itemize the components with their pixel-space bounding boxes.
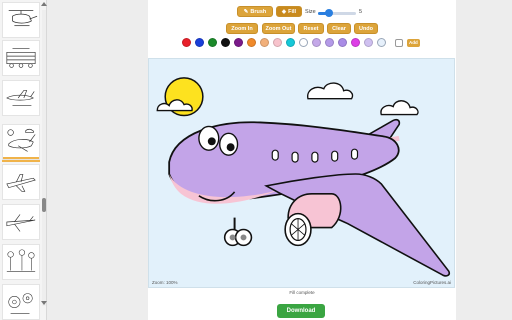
add-color-button[interactable]: Add: [407, 39, 420, 47]
thumbnail-sidebar: [0, 0, 47, 320]
scroll-up-arrow-icon[interactable]: [41, 2, 47, 6]
color-swatch[interactable]: [247, 38, 256, 47]
coloring-canvas[interactable]: Zoom: 100% ColoringPictures.ai: [148, 58, 455, 288]
color-swatch[interactable]: [299, 38, 308, 47]
reset-button[interactable]: Reset: [298, 23, 324, 34]
zoom-in-button[interactable]: Zoom In: [226, 23, 258, 34]
color-swatch[interactable]: [273, 38, 282, 47]
custom-color-picker[interactable]: [395, 39, 403, 47]
thumbnail-gears[interactable]: [2, 284, 40, 320]
thumbnail-jet[interactable]: [2, 164, 40, 200]
coloring-panel: ✎ Brush ◈ Fill Size 5 Zoom In Zoom Out Res…: [148, 0, 456, 320]
color-swatch[interactable]: [208, 38, 217, 47]
thumbnail-cartoon-airplane[interactable]: [2, 124, 40, 160]
size-label: Size: [305, 9, 316, 15]
color-swatch[interactable]: [377, 38, 386, 47]
color-swatch[interactable]: [325, 38, 334, 47]
color-swatch[interactable]: [312, 38, 321, 47]
undo-button[interactable]: Undo: [354, 23, 378, 34]
zoom-level-label: Zoom: 100%: [152, 280, 178, 285]
paint-bucket-icon: ◈: [281, 9, 287, 15]
color-swatch[interactable]: [234, 38, 243, 47]
color-swatch[interactable]: [364, 38, 373, 47]
zoom-out-button[interactable]: Zoom Out: [262, 23, 295, 34]
brush-size-slider-handle[interactable]: [325, 9, 334, 17]
sidebar-scrollbar[interactable]: [42, 10, 46, 306]
color-swatch[interactable]: [351, 38, 360, 47]
clear-button[interactable]: Clear: [327, 23, 351, 34]
sidebar-scroll-thumb[interactable]: [42, 198, 46, 212]
scroll-down-arrow-icon[interactable]: [41, 301, 47, 305]
thumbnail-train[interactable]: [2, 40, 40, 76]
thumbnail-fighter-jet[interactable]: [2, 204, 40, 240]
engine: [284, 193, 342, 247]
brush-button[interactable]: ✎ Brush: [237, 6, 273, 17]
thumbnail-garden[interactable]: [2, 244, 40, 280]
download-button[interactable]: Download: [277, 304, 325, 318]
color-swatch[interactable]: [182, 38, 191, 47]
landing-gear: [223, 217, 253, 247]
credit-label: ColoringPictures.ai: [413, 280, 451, 285]
brush-icon: ✎: [243, 9, 249, 15]
airplane-drawing: [156, 77, 450, 277]
color-swatch[interactable]: [260, 38, 269, 47]
color-swatch[interactable]: [195, 38, 204, 47]
color-swatch[interactable]: [286, 38, 295, 47]
thumbnail-helicopter[interactable]: [2, 2, 40, 38]
color-swatch[interactable]: [221, 38, 230, 47]
color-swatch[interactable]: [338, 38, 347, 47]
status-message: Fill complete: [289, 290, 315, 295]
size-value: 5: [359, 9, 363, 15]
fill-button[interactable]: ◈ Fill: [276, 6, 302, 17]
thumbnail-airplane-side[interactable]: [2, 80, 40, 116]
